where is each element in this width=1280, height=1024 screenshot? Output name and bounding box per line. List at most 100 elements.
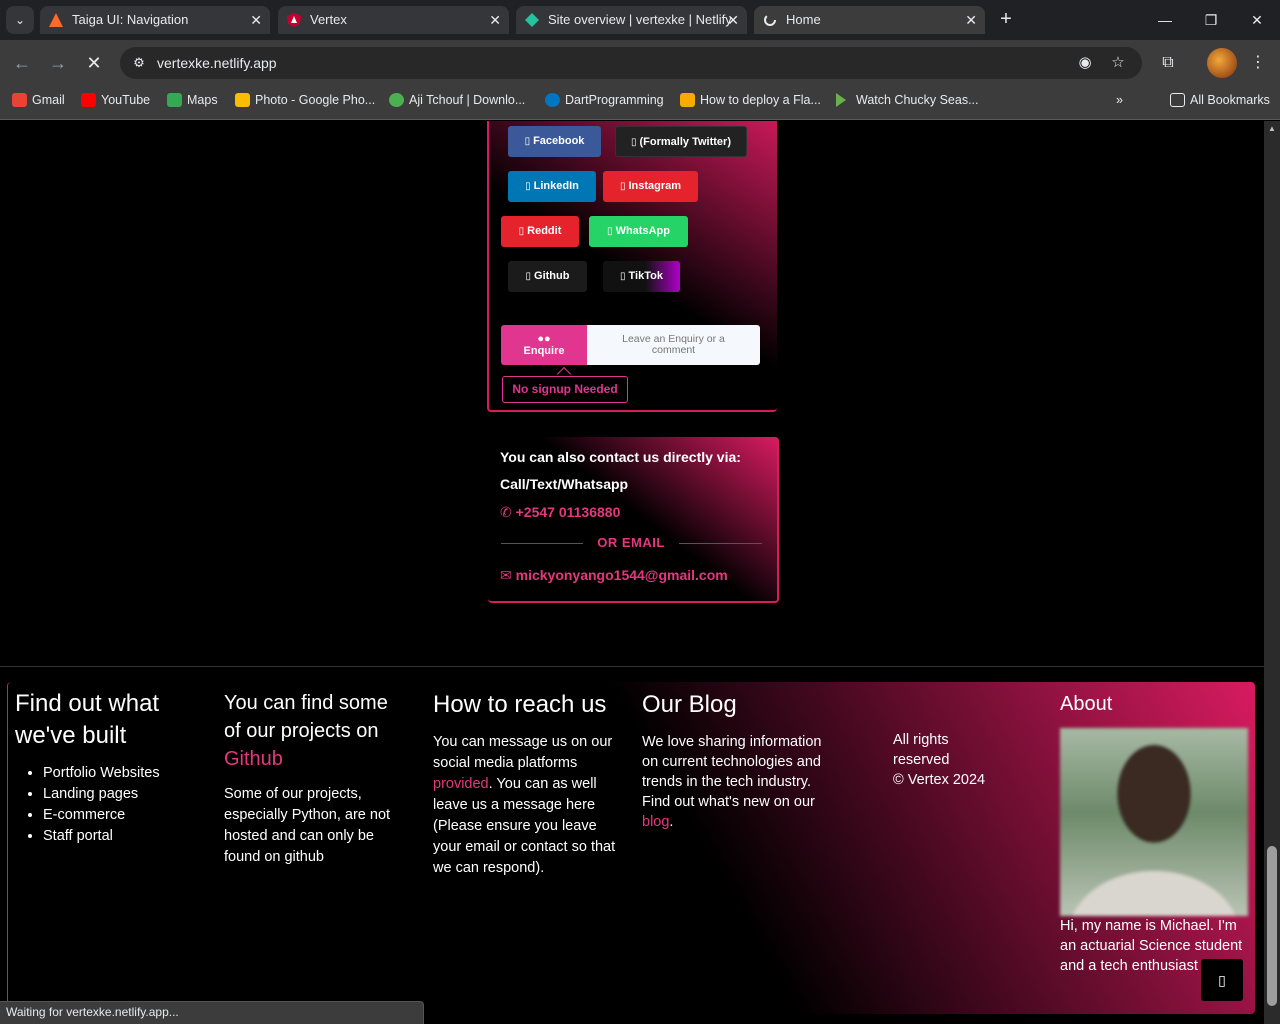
tab-netlify[interactable]: Site overview | vertexke | Netlify ✕ xyxy=(516,6,747,34)
footer-blog-text: We love sharing information on current t… xyxy=(642,734,822,830)
about-photo xyxy=(1060,728,1248,916)
bookmark-gmail[interactable]: Gmail xyxy=(12,86,65,114)
angular-logo-icon xyxy=(287,13,301,27)
profile-avatar[interactable] xyxy=(1207,48,1237,78)
footer-reach-text: You can message us on our social media p… xyxy=(433,734,616,876)
section-divider xyxy=(0,666,1264,667)
bookmark-photos[interactable]: Photo - Google Pho... xyxy=(235,86,375,114)
tiktok-button[interactable]: ▯ TikTok xyxy=(603,261,680,292)
reddit-button[interactable]: ▯ Reddit xyxy=(501,216,579,247)
tab-home[interactable]: Home ✕ xyxy=(754,6,985,34)
all-bookmarks[interactable]: All Bookmarks xyxy=(1170,86,1270,114)
facebook-button[interactable]: ▯ Facebook xyxy=(508,126,601,157)
scroll-up-icon[interactable]: ▲ xyxy=(1264,121,1280,137)
instagram-icon: ▯ xyxy=(619,181,626,192)
bookmark-star-icon[interactable]: ☆ xyxy=(1108,53,1128,73)
restore-icon[interactable]: ❐ xyxy=(1188,6,1234,34)
tiktok-icon: ▯ xyxy=(620,271,626,282)
bookmark-youtube[interactable]: YouTube xyxy=(81,86,150,114)
tab-vertex[interactable]: Vertex ✕ xyxy=(278,6,509,34)
url-text[interactable]: vertexke.netlify.app xyxy=(157,47,277,79)
contact-heading: You can also contact us directly via: xyxy=(500,449,741,465)
x-icon: ▯ xyxy=(631,137,637,148)
page-scrollbar[interactable]: ▲ xyxy=(1264,121,1280,1024)
bookmark-dart[interactable]: DartProgramming xyxy=(545,86,664,114)
linkedin-button[interactable]: ▯ LinkedIn xyxy=(508,171,596,202)
new-tab-button[interactable]: + xyxy=(992,6,1020,34)
facebook-icon: ▯ xyxy=(524,136,531,147)
taiga-logo-icon xyxy=(49,13,63,27)
divider-left xyxy=(501,543,583,544)
list-item: Staff portal xyxy=(43,826,205,847)
blog-link[interactable]: blog xyxy=(642,814,669,830)
instagram-button[interactable]: ▯ Instagram xyxy=(603,171,698,202)
rights-line-2: reserved xyxy=(893,752,950,768)
tab-title: Site overview | vertexke | Netlify xyxy=(548,12,732,27)
youtube-icon xyxy=(81,93,96,107)
folder-icon xyxy=(680,93,695,107)
email-link[interactable]: ✉ mickyonyango1544@gmail.com xyxy=(500,567,728,584)
linkedin-icon: ▯ xyxy=(525,181,531,192)
dart-icon xyxy=(545,93,560,107)
maps-icon xyxy=(167,93,182,107)
phone-icon: ✆ xyxy=(500,504,516,520)
scroll-thumb[interactable] xyxy=(1267,846,1277,1006)
footer-col-github: You can find some of our projects on Git… xyxy=(224,689,409,868)
site-icon xyxy=(389,93,404,107)
close-tab-icon[interactable]: ✕ xyxy=(965,6,977,34)
play-icon xyxy=(836,93,846,107)
bookmark-aji[interactable]: Aji Tchouf | Downlo... xyxy=(389,86,525,114)
phone-link[interactable]: ✆ +2547 01136880 xyxy=(500,504,620,521)
footer-col-built: Find out what we've built Portfolio Webs… xyxy=(15,688,205,847)
menu-kebab-icon[interactable]: ⋮ xyxy=(1247,52,1269,74)
tab-title: Taiga UI: Navigation xyxy=(72,12,189,27)
whatsapp-icon: ▯ xyxy=(607,226,613,237)
extensions-icon[interactable]: ⧉ xyxy=(1157,52,1179,74)
minimize-icon[interactable]: — xyxy=(1142,6,1188,34)
gmail-icon xyxy=(12,93,27,107)
whatsapp-button[interactable]: ▯ WhatsApp xyxy=(589,216,688,247)
footer-rights: All rights reserved © Vertex 2024 xyxy=(893,730,1043,790)
site-info-icon[interactable]: ⚙ xyxy=(130,54,148,72)
github-icon: ▯ xyxy=(525,271,532,282)
address-bar[interactable]: ⚙ vertexke.netlify.app ◉ ☆ xyxy=(120,47,1142,79)
back-icon[interactable]: ← xyxy=(8,49,36,77)
close-tab-icon[interactable]: ✕ xyxy=(727,6,739,34)
eye-off-icon[interactable]: ◉ xyxy=(1075,53,1095,73)
browser-toolbar: ← → ✕ ⚙ vertexke.netlify.app ◉ ☆ ⧉ ⋮ xyxy=(0,40,1280,86)
more-bookmarks-icon[interactable]: » xyxy=(1116,86,1123,114)
tab-taiga[interactable]: Taiga UI: Navigation ✕ xyxy=(40,6,270,34)
footer-reach-title: How to reach us xyxy=(433,691,607,718)
netlify-logo-icon xyxy=(525,13,539,27)
bookmark-chucky[interactable]: Watch Chucky Seas... xyxy=(836,86,979,114)
footer-blog-title: Our Blog xyxy=(642,691,737,718)
reddit-icon: ▯ xyxy=(518,226,525,237)
github-link[interactable]: Github xyxy=(224,748,283,770)
github-button[interactable]: ▯ Github xyxy=(508,261,587,292)
rights-copyright: © Vertex 2024 xyxy=(893,772,986,788)
envelope-icon: ✉ xyxy=(500,567,516,583)
bookmarks-bar: Gmail YouTube Maps Photo - Google Pho...… xyxy=(0,86,1280,120)
close-window-icon[interactable]: ✕ xyxy=(1234,6,1280,34)
list-item: Landing pages xyxy=(43,784,205,805)
footer-built-title: Find out what we've built xyxy=(15,690,160,749)
enquire-button[interactable]: ●● Enquire xyxy=(501,325,587,365)
copyright-icon: © xyxy=(893,772,904,788)
scroll-to-top-button[interactable]: ▯ xyxy=(1201,959,1243,1001)
tab-title: Vertex xyxy=(310,12,347,27)
close-tab-icon[interactable]: ✕ xyxy=(250,6,262,34)
list-item: Portfolio Websites xyxy=(43,763,205,784)
tab-search-button[interactable]: ⌄ xyxy=(6,6,34,34)
stop-loading-icon[interactable]: ✕ xyxy=(80,49,108,77)
enquire-hint[interactable]: Leave an Enquiry or a comment xyxy=(587,325,760,365)
bookmark-maps[interactable]: Maps xyxy=(167,86,218,114)
forward-icon[interactable]: → xyxy=(44,49,72,77)
tab-title: Home xyxy=(786,12,821,27)
chat-bubbles-icon: ●● xyxy=(537,333,551,345)
provided-link[interactable]: provided xyxy=(433,776,489,792)
close-tab-icon[interactable]: ✕ xyxy=(489,6,501,34)
built-list: Portfolio Websites Landing pages E-comme… xyxy=(15,763,205,847)
twitter-button[interactable]: ▯ (Formally Twitter) xyxy=(615,126,747,157)
bookmark-deploy[interactable]: How to deploy a Fla... xyxy=(680,86,821,114)
footer-col-reach: How to reach us You can message us on ou… xyxy=(433,689,623,879)
